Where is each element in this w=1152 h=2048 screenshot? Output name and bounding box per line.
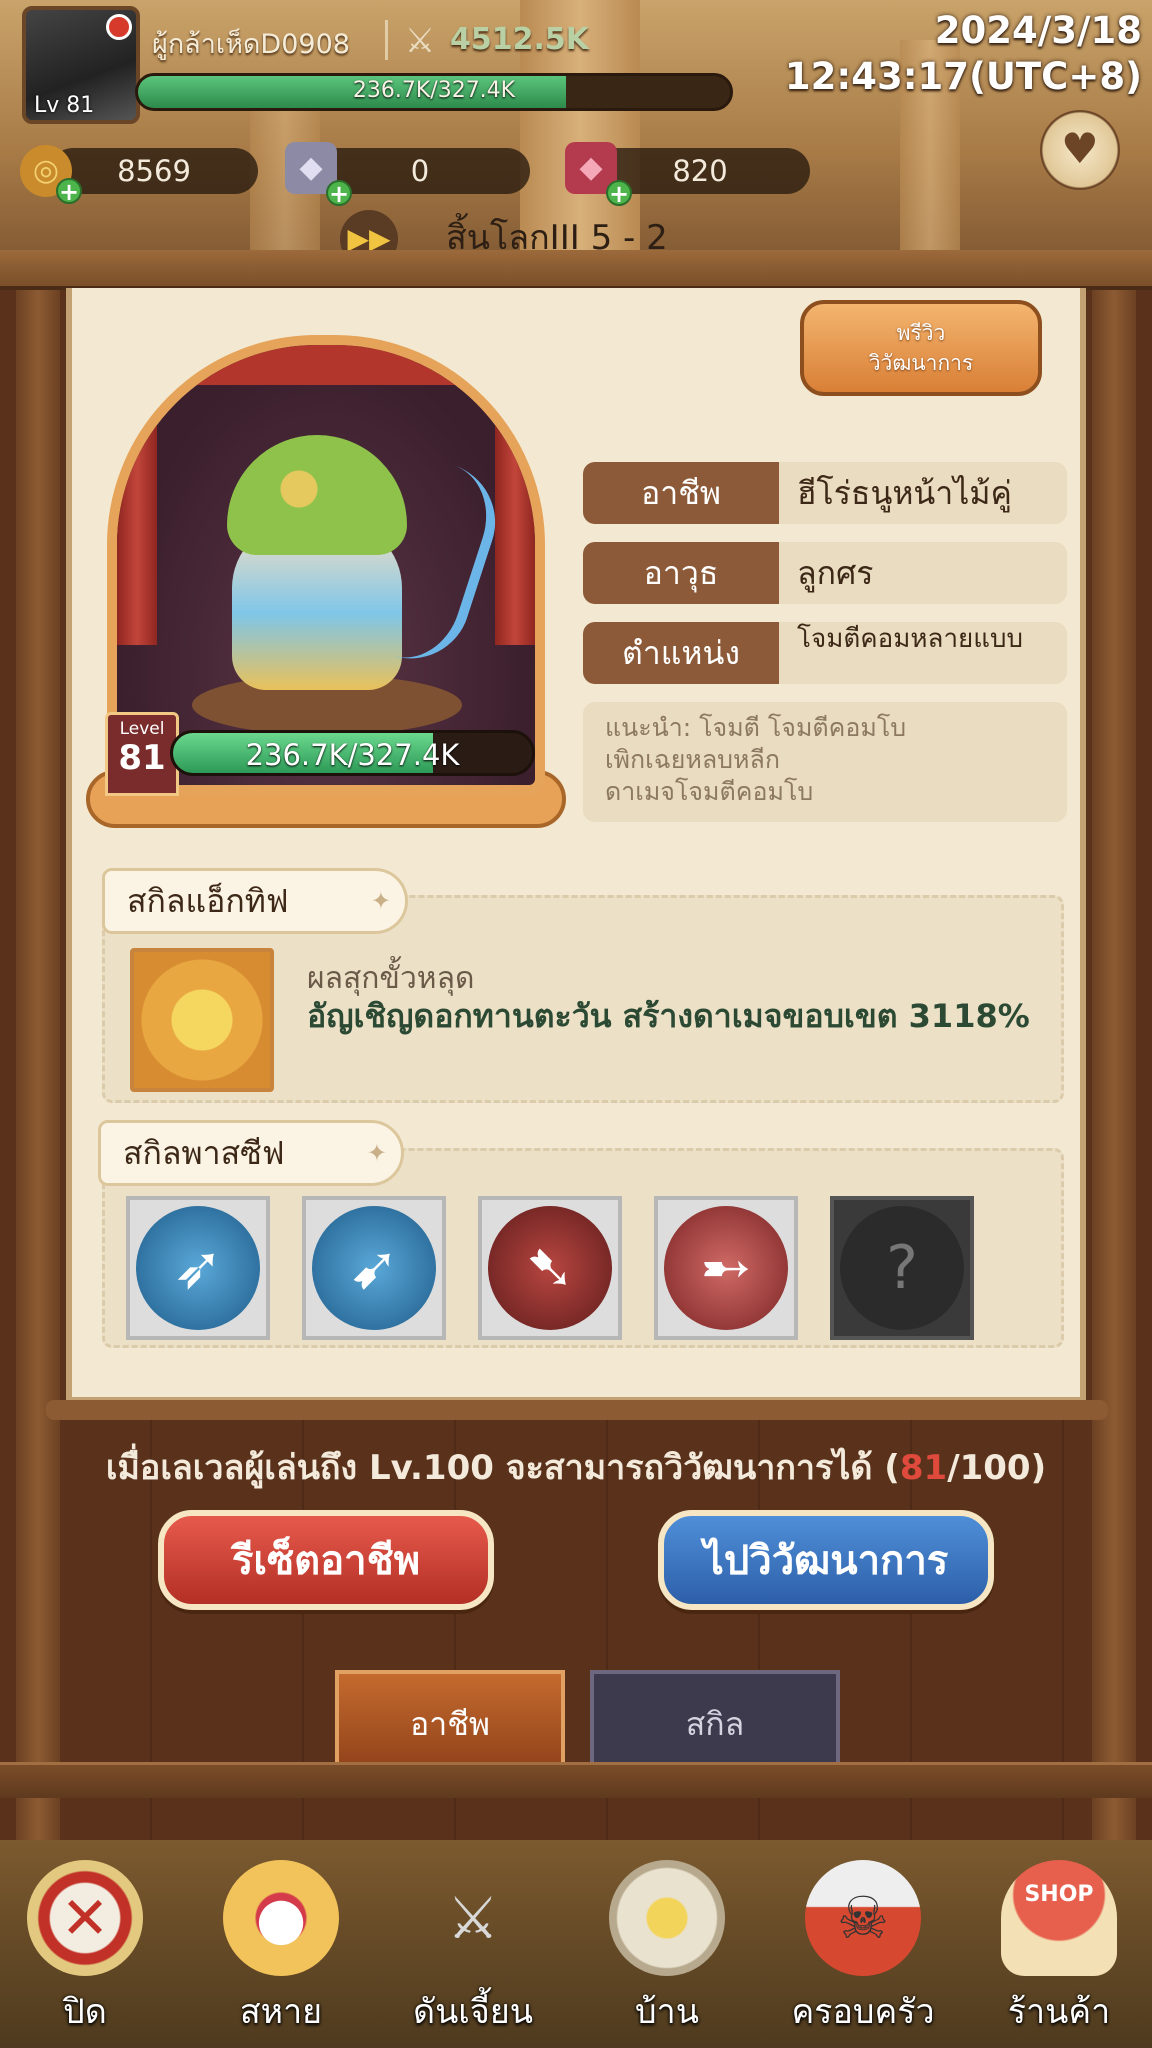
paw-icon: ● (223, 1860, 339, 1976)
position-value: โจมตีคอมหลายแบบ (797, 624, 1024, 654)
reset-job-button[interactable]: รีเซ็ตอาชีพ (158, 1510, 494, 1610)
crossed-swords-icon: ⚔ (447, 1884, 499, 1952)
nav-dungeon-label: ดันเจี้ยน (412, 1992, 534, 2032)
nav-close[interactable]: ✕ ปิด (0, 1850, 170, 2040)
currency-gold-value: 8569 (117, 154, 191, 188)
locked-question-icon: ? (840, 1206, 964, 1330)
nav-companion-label: สหาย (239, 1992, 323, 2032)
menu-heart-icon[interactable]: ♥ (1040, 110, 1120, 190)
frame-top-beam (0, 250, 1152, 290)
nav-family-label: ครอบครัว (791, 1992, 935, 2032)
currency-crystal-value: 0 (410, 154, 430, 188)
nav-shop[interactable]: SHOP ร้านค้า (974, 1850, 1144, 2040)
nav-dungeon[interactable]: ⚔ ดันเจี้ยน (388, 1850, 558, 2040)
curtain-right (495, 345, 535, 645)
weapon-value: ลูกศร (797, 554, 874, 592)
nav-close-label: ปิด (63, 1992, 107, 2032)
sparkle-icon: ✦ (366, 1139, 387, 1167)
character-level-badge: Level 81 (105, 712, 179, 796)
player-name: ผู้กล้าเห็ดD0908 (152, 29, 350, 60)
player-avatar[interactable]: Lv 81 (22, 6, 140, 124)
player-level: Lv 81 (34, 93, 95, 118)
frame-right-post (1092, 290, 1136, 1870)
header-divider (385, 20, 388, 60)
passive-skill-2[interactable]: ➹ (302, 1196, 446, 1340)
curtain-left (117, 345, 157, 645)
active-skill-name: ผลสุกขั้วหลุด (307, 961, 475, 996)
recommendation-text: แนะนำ: โจมตี โจมตีคอมโบ เพิกเฉยหลบหลีก ด… (583, 702, 1067, 822)
home-tower-icon (609, 1860, 725, 1976)
evolution-preview-button[interactable]: พรีวิว วิวัฒนาการ (800, 300, 1042, 396)
shop-icon: SHOP (1001, 1860, 1117, 1976)
position-label: ตำแหน่ง (583, 622, 779, 684)
flame-arrow-icon: ➷ (488, 1206, 612, 1330)
passive-skill-1[interactable]: ➶ (126, 1196, 270, 1340)
evolution-requirement: เมื่อเลเวลผู้เล่นถึง Lv.100 จะสามารถวิวั… (60, 1440, 1092, 1494)
info-row-job: อาชีพ ฮีโร่ธนูหน้าไม้คู่ (583, 462, 1067, 524)
time-text: 12:43:17(UTC+8) (784, 55, 1142, 98)
combat-power-icon: ⚔ (404, 21, 436, 61)
currency-ruby-value: 820 (672, 154, 728, 188)
active-skill-title: สกิลแอ็กทิฟ (127, 882, 289, 920)
level-value: 81 (118, 738, 166, 778)
passive-skill-header: สกิลพาสซีฟ ✦ (98, 1120, 404, 1186)
passive-skill-title: สกิลพาสซีฟ (123, 1134, 285, 1172)
sunflower-skill-icon[interactable] (130, 948, 274, 1092)
player-xp-bar: 236.7K/327.4K (135, 73, 733, 111)
active-skill-header: สกิลแอ็กทิฟ ✦ (102, 868, 408, 934)
active-skill-desc: อัญเชิญดอกทานตะวัน สร้างดาเมจขอบเขต 3118… (307, 997, 1030, 1035)
evolution-preview-label: พรีวิว วิวัฒนาการ (868, 321, 974, 375)
crossbow-icon: ➹ (312, 1206, 436, 1330)
close-icon: ✕ (27, 1860, 143, 1976)
character-xp-bar: 236.7K/327.4K (170, 730, 535, 776)
frame-left-post (16, 290, 60, 1870)
job-label: อาชีพ (583, 462, 779, 524)
nav-home[interactable]: บ้าน (582, 1850, 752, 2040)
nav-family[interactable]: ☠ ครอบครัว (778, 1850, 948, 2040)
job-value: ฮีโร่ธนูหน้าไม้คู่ (797, 474, 1012, 512)
passive-skill-4[interactable]: ➸ (654, 1196, 798, 1340)
curtain-top (117, 345, 535, 385)
notification-dot (106, 14, 132, 40)
sparkle-icon: ✦ (370, 887, 391, 915)
requirement-text: เมื่อเลเวลผู้เล่นถึง Lv.100 จะสามารถวิวั… (105, 1448, 900, 1488)
info-row-weapon: อาวุธ ลูกศร (583, 542, 1067, 604)
character-xp-text: 236.7K/327.4K (245, 738, 460, 772)
requirement-current: 81 (899, 1448, 948, 1488)
nav-shop-label: ร้านค้า (1007, 1992, 1111, 2032)
level-label: Level (119, 719, 165, 739)
go-evolve-button[interactable]: ไปวิวัฒนาการ (658, 1510, 994, 1610)
multi-arrow-icon: ➶ (136, 1206, 260, 1330)
requirement-rest: /100) (947, 1448, 1047, 1488)
server-datetime: 2024/3/18 12:43:17(UTC+8) (785, 8, 1142, 100)
weapon-label: อาวุธ (583, 542, 779, 604)
panel-bottom-edge (46, 1400, 1108, 1420)
mushroom-cap (227, 435, 407, 555)
combat-power: 4512.5K (450, 22, 590, 57)
add-ruby-icon[interactable]: + (606, 180, 632, 206)
frame-bottom-beam (0, 1762, 1152, 1798)
date-text: 2024/3/18 (934, 9, 1142, 52)
passive-skill-5-locked[interactable]: ? (830, 1196, 974, 1340)
crimson-arrow-icon: ➸ (664, 1206, 788, 1330)
passive-skill-3[interactable]: ➷ (478, 1196, 622, 1340)
player-xp-text: 236.7K/327.4K (352, 78, 516, 103)
nav-home-label: บ้าน (635, 1992, 699, 2032)
info-row-position: ตำแหน่ง โจมตีคอมหลายแบบ (583, 622, 1067, 684)
add-crystal-icon[interactable]: + (326, 180, 352, 206)
skull-banner-icon: ☠ (805, 1860, 921, 1976)
nav-companion[interactable]: ● สหาย (196, 1850, 366, 2040)
add-gold-icon[interactable]: + (56, 178, 82, 204)
